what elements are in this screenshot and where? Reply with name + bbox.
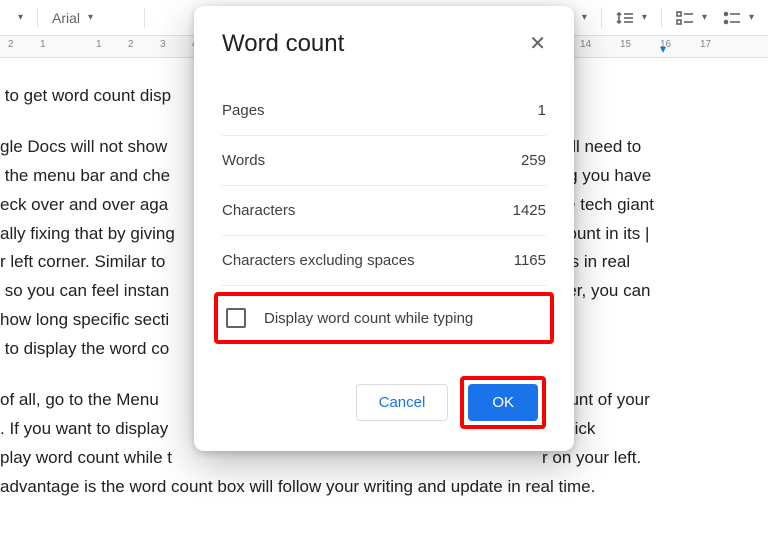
dialog-title: Word count [222,30,344,58]
dialog-header: Word count ✕ [222,30,546,58]
font-family-label: Arial [52,10,80,26]
checklist-icon [676,11,694,25]
bulleted-list-icon [723,11,741,25]
stat-row-characters-ns: Characters excluding spaces 1165 [222,236,546,286]
characters-value: 1425 [513,202,546,219]
close-icon[interactable]: ✕ [529,34,546,54]
ruler-tick: 2 [8,39,14,50]
ruler-tick: 1 [96,39,102,50]
checklist-dropdown[interactable] [670,7,713,29]
stat-row-words: Words 259 [222,136,546,186]
characters-ns-value: 1165 [514,252,546,269]
separator [661,8,662,28]
separator [601,8,602,28]
words-label: Words [222,152,265,169]
ruler-tick: 3 [160,39,166,50]
pages-value: 1 [538,102,546,119]
display-while-typing-row[interactable]: Display word count while typing [224,302,544,334]
ruler-tick: 16 [660,39,671,50]
display-while-typing-checkbox[interactable] [226,308,246,328]
ruler-tick: 15 [620,39,631,50]
ruler-tick: 2 [128,39,134,50]
ruler-tick: 14 [580,39,591,50]
ruler-tick: 1 [40,39,46,50]
characters-label: Characters [222,202,295,219]
annotation-highlight: Display word count while typing [214,292,554,344]
word-count-dialog: Word count ✕ Pages 1 Words 259 Character… [194,6,574,451]
display-while-typing-label: Display word count while typing [264,310,473,327]
characters-ns-label: Characters excluding spaces [222,252,415,269]
dialog-actions: Cancel OK [222,376,546,429]
toolbar-style-dropdown[interactable] [8,8,29,27]
font-family-dropdown[interactable]: Arial [46,6,136,30]
separator [37,8,38,28]
ok-button[interactable]: OK [468,384,538,421]
words-value: 259 [521,152,546,169]
ruler-tick: 17 [700,39,711,50]
separator [144,8,145,28]
line-spacing-icon [616,11,634,25]
line-spacing-dropdown[interactable] [610,7,653,29]
bulleted-list-dropdown[interactable] [717,7,760,29]
annotation-highlight: OK [460,376,546,429]
stat-row-pages: Pages 1 [222,86,546,136]
stat-row-characters: Characters 1425 [222,186,546,236]
cancel-button[interactable]: Cancel [356,384,449,421]
pages-label: Pages [222,102,265,119]
